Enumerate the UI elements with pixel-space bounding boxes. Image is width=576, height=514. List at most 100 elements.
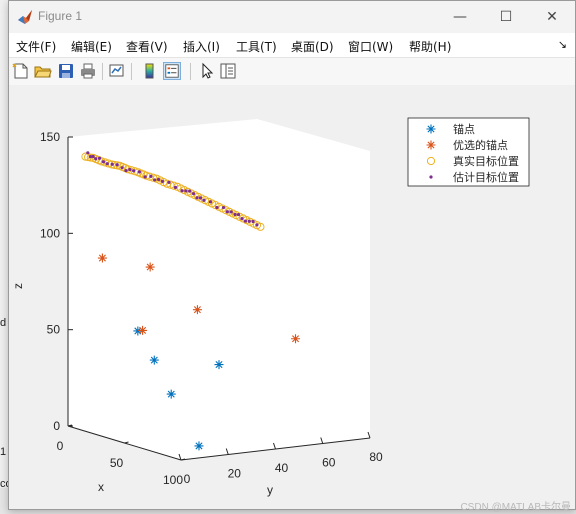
menu-insert[interactable]: 插入(I) <box>183 38 220 55</box>
y-tick-label: 80 <box>369 450 383 464</box>
save-icon[interactable] <box>57 62 75 80</box>
figure-window: Figure 1 — ☐ ✕ 文件(F) 编辑(E) 查看(V) 插入(I) 工… <box>8 0 576 513</box>
estimated-position-marker <box>97 156 102 160</box>
x-tick-label: 100 <box>163 473 183 487</box>
y-tick-label: 40 <box>275 461 289 475</box>
estimated-position-marker <box>198 196 203 200</box>
menu-file[interactable]: 文件(F) <box>16 38 56 55</box>
estimated-position-marker <box>143 175 147 179</box>
watermark: CSDN @MATLAB卡尔曼 <box>460 502 571 513</box>
figure-canvas: 0 50 100 150 0 50 100 0 20 40 60 80 x y z 锚点 优选的锚点 真实… <box>9 85 575 509</box>
estimated-position-marker <box>105 162 109 166</box>
legend-marker <box>426 124 436 134</box>
open-file-icon[interactable] <box>34 62 52 80</box>
estimated-position-marker <box>160 179 165 183</box>
estimated-position-marker <box>233 212 237 217</box>
estimated-position-marker <box>115 163 119 167</box>
menu-tools[interactable]: 工具(T) <box>236 38 277 55</box>
link-plot-icon[interactable] <box>108 62 126 80</box>
y-tick-label: 20 <box>228 467 242 481</box>
estimated-position-marker <box>173 185 178 189</box>
print-icon[interactable] <box>79 62 97 80</box>
menu-desktop[interactable]: 桌面(D) <box>291 38 334 55</box>
toolbar-separator <box>190 63 191 80</box>
estimated-position-marker <box>91 154 95 159</box>
anchor-marker <box>214 360 224 370</box>
window-title: Figure 1 <box>38 9 83 23</box>
background-fragment: d <box>0 317 7 329</box>
close-button[interactable]: ✕ <box>529 1 575 33</box>
estimated-position-marker <box>247 219 251 223</box>
anchor-marker <box>194 441 204 451</box>
estimated-position-marker <box>86 151 90 155</box>
estimated-position-marker <box>167 180 171 184</box>
estimated-position-marker <box>195 196 199 200</box>
legend-marker <box>429 175 433 179</box>
property-inspector-icon[interactable] <box>219 62 237 80</box>
legend[interactable]: 锚点优选的锚点真实目标位置估计目标位置 <box>407 117 530 187</box>
plot-3d[interactable]: 050100150050100 0 20 40 60 80 x y z 锚点优选的锚点真实… <box>9 85 575 509</box>
minimize-icon: — <box>453 9 467 25</box>
new-figure-icon[interactable] <box>12 62 30 80</box>
estimated-position-marker <box>180 189 184 193</box>
menu-view[interactable]: 查看(V) <box>126 38 168 55</box>
menu-bar: 文件(F) 编辑(E) 查看(V) 插入(I) 工具(T) 桌面(D) 窗口(W… <box>9 33 575 57</box>
x-tick-label: 0 <box>57 439 64 453</box>
legend-entry-label: 锚点 <box>453 122 475 136</box>
estimated-position-marker <box>128 167 132 172</box>
estimated-position-marker <box>153 178 157 182</box>
maximize-button[interactable]: ☐ <box>483 1 529 33</box>
menu-window[interactable]: 窗口(W) <box>348 38 393 55</box>
estimated-position-marker <box>156 177 161 182</box>
menu-overflow-icon[interactable]: ↘ <box>558 38 567 51</box>
title-bar[interactable]: Figure 1 — ☐ ✕ <box>9 1 575 33</box>
estimated-position-marker <box>215 205 219 210</box>
close-icon: ✕ <box>546 9 558 25</box>
estimated-position-marker <box>251 219 255 224</box>
y-tick-label: 60 <box>322 456 336 470</box>
estimated-position-marker <box>221 205 226 210</box>
estimated-position-marker <box>240 217 244 221</box>
background-fragment: 1 <box>0 446 7 458</box>
estimated-position-marker <box>120 166 124 170</box>
menu-help[interactable]: 帮助(H) <box>409 38 451 55</box>
estimated-position-marker <box>225 210 229 214</box>
legend-entry-label: 真实目标位置 <box>453 154 519 168</box>
legend-entry-label: 估计目标位置 <box>453 170 519 184</box>
minimize-button[interactable]: — <box>437 1 483 33</box>
colorbar-icon[interactable] <box>141 62 159 80</box>
z-tick-label: 50 <box>47 323 61 337</box>
z-tick-label: 0 <box>53 419 60 433</box>
estimated-position-marker <box>132 169 136 173</box>
y-tick-label: 0 <box>184 472 191 486</box>
toolbar-separator <box>102 63 103 80</box>
toolbar-separator <box>131 63 132 80</box>
estimated-position-marker <box>184 189 188 193</box>
legend-marker <box>426 140 436 150</box>
matlab-logo-icon <box>18 10 32 24</box>
estimated-position-marker <box>229 210 233 214</box>
estimated-position-marker <box>149 174 153 178</box>
axes-background <box>68 119 370 460</box>
estimated-position-marker <box>191 192 196 196</box>
menu-edit[interactable]: 编辑(E) <box>71 38 112 55</box>
estimated-position-marker <box>94 157 98 161</box>
optimal-anchor-marker <box>145 262 155 272</box>
optimal-anchor-marker <box>291 334 301 344</box>
optimal-anchor-marker <box>97 253 107 263</box>
z-tick-label: 150 <box>40 130 60 144</box>
estimated-position-marker <box>110 162 114 166</box>
figure-toolbar <box>9 57 575 86</box>
edit-plot-arrow-icon[interactable] <box>198 62 216 80</box>
maximize-icon: ☐ <box>499 9 513 25</box>
estimated-position-marker <box>243 219 248 223</box>
estimated-position-marker <box>236 212 241 217</box>
estimated-position-marker <box>208 200 213 204</box>
estimated-position-marker <box>202 198 206 202</box>
estimated-position-marker <box>101 160 106 164</box>
estimated-position-marker <box>124 168 128 173</box>
estimated-position-marker <box>188 189 192 193</box>
estimated-position-marker <box>137 170 141 174</box>
legend-icon[interactable] <box>163 62 181 80</box>
z-tick-label: 100 <box>40 226 60 240</box>
